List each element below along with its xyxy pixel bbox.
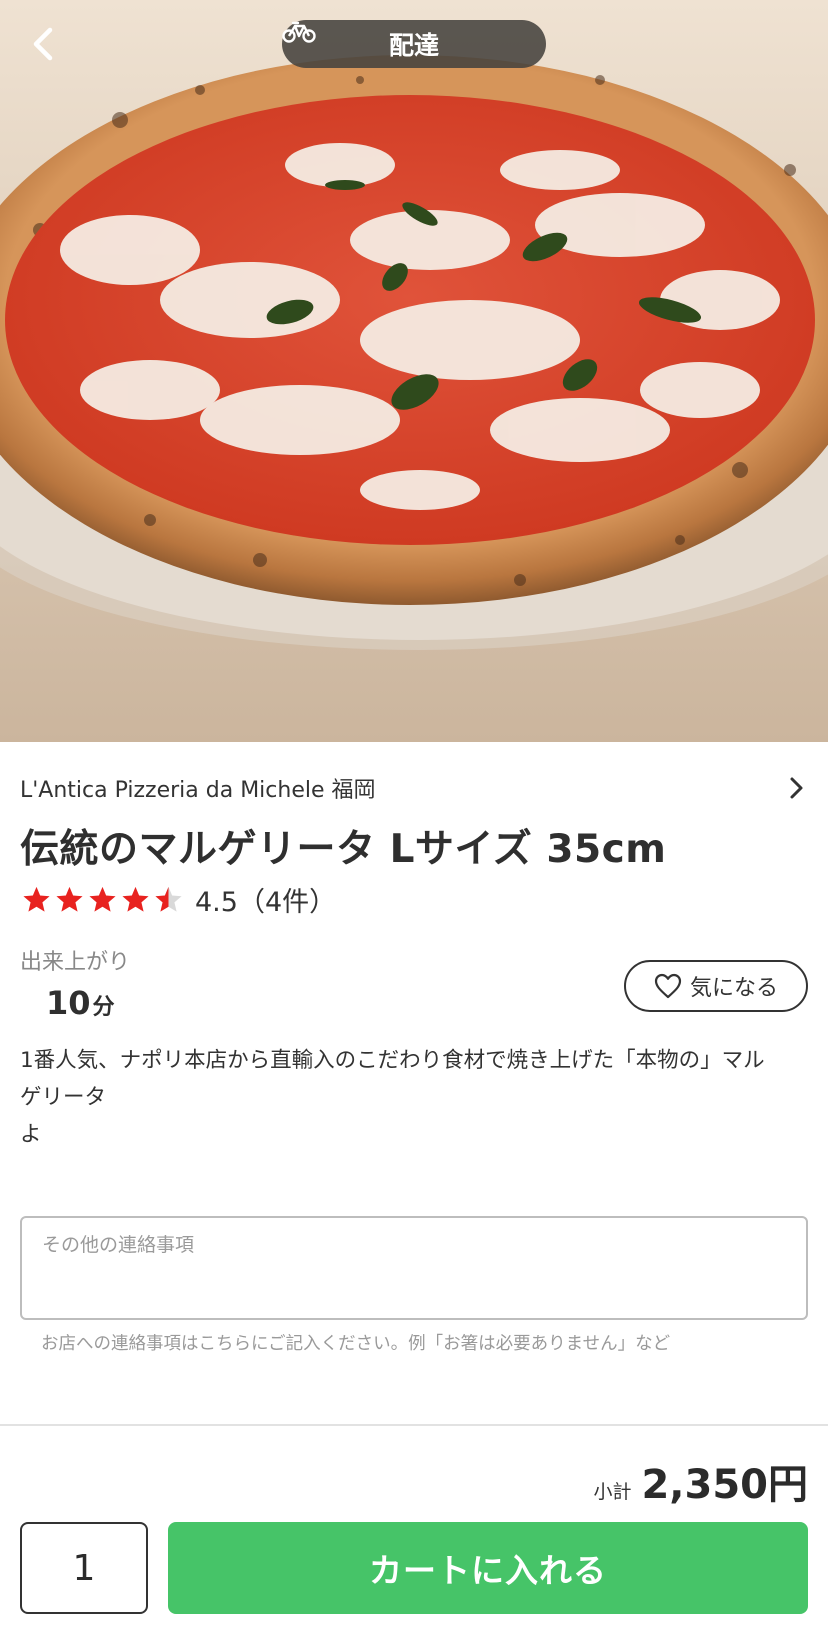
prep-time-value: 10分: [46, 984, 115, 1022]
prep-time-number: 10: [46, 984, 91, 1022]
half-star-icon: [155, 886, 182, 912]
heart-icon: [654, 973, 682, 999]
subtotal-label: 小計: [593, 1481, 632, 1503]
delivery-mode-pill[interactable]: 配達: [282, 20, 546, 68]
back-button[interactable]: [22, 22, 66, 66]
item-description: 1番人気、ナポリ本店から直輸入のこだわり食材で焼き上げた「本物の」マル ゲリータ…: [20, 1048, 765, 1147]
shop-link[interactable]: L'Antica Pizzeria da Michele 福岡: [20, 770, 810, 806]
note-input[interactable]: [42, 1230, 786, 1306]
bicycle-icon: [282, 21, 316, 43]
favorite-button[interactable]: 気になる: [624, 960, 808, 1012]
favorite-label: 気になる: [689, 976, 778, 1001]
product-photo: 配達: [0, 0, 828, 742]
pizza-illustration: [0, 0, 828, 742]
star-icon: [56, 886, 83, 912]
divider: [0, 1424, 828, 1426]
star-icon: [89, 886, 116, 912]
shop-name: L'Antica Pizzeria da Michele 福岡: [20, 778, 376, 803]
prep-time-unit: 分: [92, 995, 115, 1020]
chevron-right-icon: [790, 777, 803, 799]
rating: 4.5（4件）: [22, 880, 336, 918]
subtotal-value: 2,350円: [641, 1462, 808, 1508]
rating-text: 4.5（4件）: [195, 886, 337, 918]
note-field[interactable]: [20, 1216, 808, 1320]
star-icon: [23, 886, 50, 912]
add-to-cart-button[interactable]: カートに入れる: [168, 1522, 808, 1614]
star-icon: [122, 886, 149, 912]
subtotal: 小計 2,350円: [593, 1452, 808, 1510]
prep-time-label: 出来上がり: [20, 950, 131, 975]
chevron-left-icon: [33, 27, 53, 61]
item-title: 伝統のマルゲリータ Lサイズ 35cm: [20, 827, 667, 872]
quantity-selector[interactable]: 1: [20, 1522, 148, 1614]
note-hint: お店への連絡事項はこちらにご記入ください。例「お箸は必要ありません」など: [41, 1334, 671, 1354]
delivery-mode-label: 配達: [388, 31, 439, 60]
